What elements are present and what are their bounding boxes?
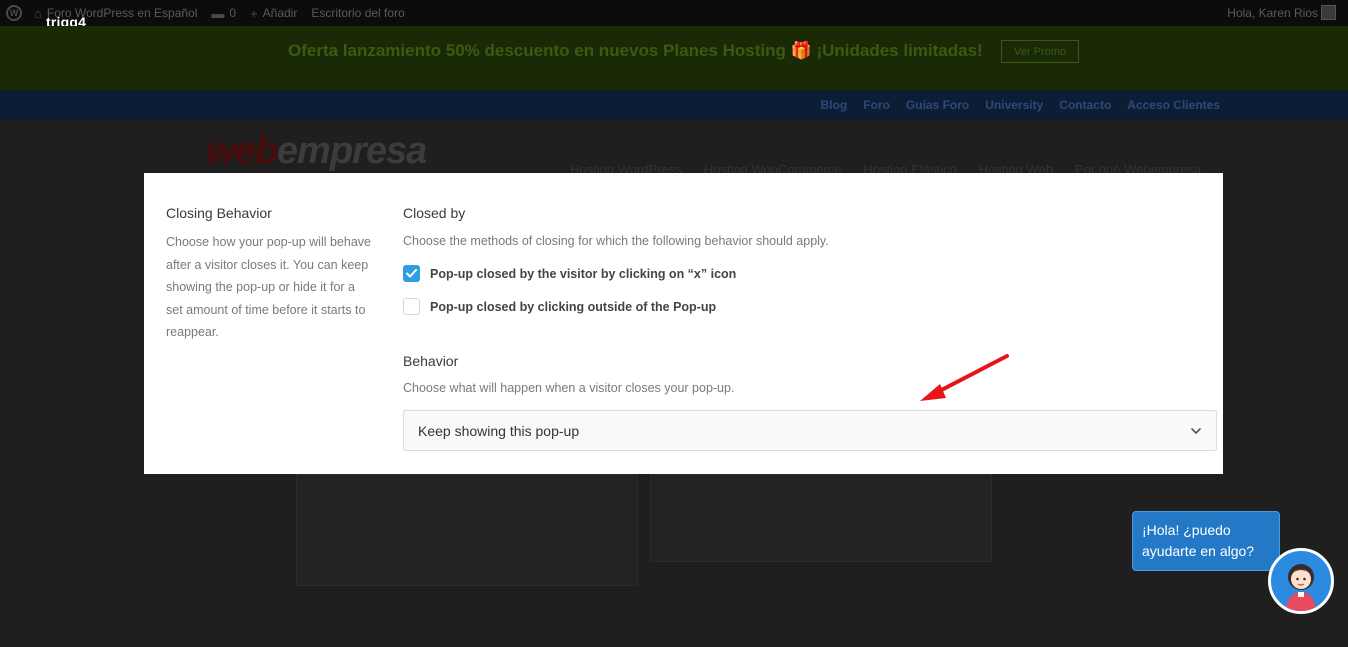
background-screenshot-right [650, 474, 992, 562]
closing-behavior-panel: Closing Behavior Choose how your pop-up … [144, 173, 1223, 474]
top-nav-contacto[interactable]: Contacto [1059, 98, 1111, 112]
behavior-title: Behavior [403, 353, 459, 369]
behavior-description: Choose what will happen when a visitor c… [403, 381, 735, 395]
behavior-select[interactable]: Keep showing this pop-up [403, 410, 1217, 451]
admin-bar-dashboard[interactable]: Escritorio del foro [311, 6, 404, 20]
option-click-outside-label: Pop-up closed by clicking outside of the… [430, 299, 717, 314]
add-new-label: Añadir [262, 6, 298, 20]
admin-bar-greeting[interactable]: Hola, Karen Rios [1227, 6, 1318, 20]
top-nav-foro[interactable]: Foro [863, 98, 890, 112]
option-click-outside[interactable]: Pop-up closed by clicking outside of the… [403, 298, 716, 315]
user-avatar[interactable] [1321, 5, 1336, 20]
side-title: Closing Behavior [166, 205, 272, 221]
admin-bar-comments[interactable]: ▬ 0 [211, 6, 236, 21]
logo-part-empresa: empresa [276, 130, 427, 172]
top-nav-blog[interactable]: Blog [821, 98, 848, 112]
home-icon: ⌂ [34, 5, 42, 21]
dashboard-label: Escritorio del foro [311, 6, 405, 20]
checkbox-close-icon[interactable] [403, 265, 420, 282]
site-logo[interactable]: webempresa [206, 130, 427, 173]
comment-icon: ▬ [211, 5, 225, 21]
closed-by-description: Choose the methods of closing for which … [403, 234, 829, 248]
promo-banner: Oferta lanzamiento 50% descuento en nuev… [0, 26, 1348, 90]
wordpress-icon[interactable]: W [6, 5, 22, 21]
top-nav: Blog Foro Guías Foro University Contacto… [0, 90, 1348, 120]
check-icon [406, 269, 417, 278]
logo-part-web: web [206, 130, 278, 172]
chat-avatar-button[interactable] [1268, 548, 1334, 614]
behavior-select-value: Keep showing this pop-up [418, 422, 580, 439]
chat-line-2: ayudarte en algo? [1142, 543, 1255, 559]
top-nav-guias[interactable]: Guías Foro [906, 98, 969, 112]
promo-text: Oferta lanzamiento 50% descuento en nuev… [288, 41, 983, 60]
side-description: Choose how your pop-up will behave after… [166, 235, 371, 340]
support-agent-icon [1286, 564, 1316, 611]
annotation-arrow [920, 354, 1009, 401]
chat-line-1: ¡Hola! ¿puedo [1142, 522, 1231, 538]
closed-by-title: Closed by [403, 205, 466, 221]
promo-button[interactable]: Ver Promo [1001, 40, 1079, 63]
top-nav-university[interactable]: University [985, 98, 1043, 112]
chat-greeting-bubble[interactable]: ¡Hola! ¿puedo ayudarte en algo? [1132, 511, 1280, 571]
background-screenshot-left [296, 474, 638, 586]
option-close-icon[interactable]: Pop-up closed by the visitor by clicking… [403, 265, 736, 282]
comments-count: 0 [229, 6, 237, 20]
admin-bar-add-new[interactable]: + Añadir [250, 6, 297, 21]
option-close-icon-label: Pop-up closed by the visitor by clicking… [430, 266, 737, 281]
plus-icon: + [250, 5, 258, 21]
top-nav-acceso[interactable]: Acceso Clientes [1127, 98, 1220, 112]
chevron-down-icon [1191, 428, 1201, 434]
checkbox-click-outside[interactable] [403, 298, 420, 315]
admin-bar: W ⌂ Foro WordPress en Español ▬ 0 + Añad… [0, 0, 1348, 26]
